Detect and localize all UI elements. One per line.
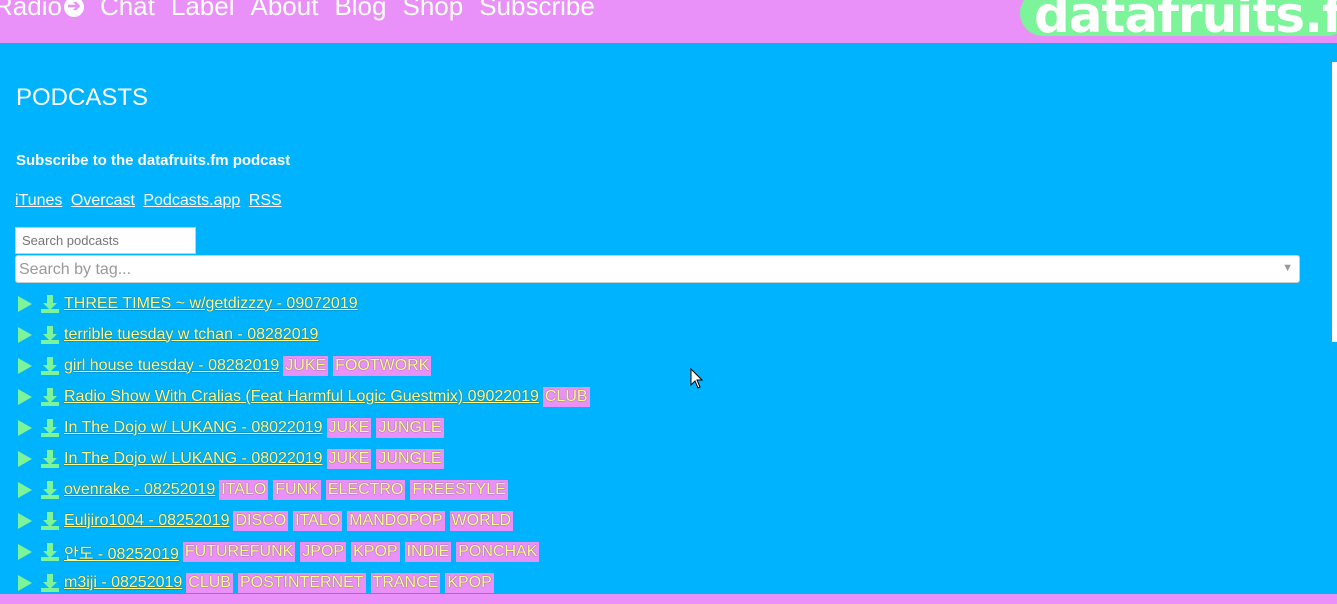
tag-badge[interactable]: FOOTWORK bbox=[333, 355, 432, 376]
nav-about[interactable]: About bbox=[250, 0, 318, 22]
podcast-title-link[interactable]: In The Dojo w/ LUKANG - 08022019 bbox=[64, 450, 323, 468]
play-icon[interactable] bbox=[18, 543, 32, 560]
tag-badge[interactable]: ITALO bbox=[293, 510, 343, 531]
podcast-row: girl house tuesday - 08282019 JUKE FOOTWOR… bbox=[18, 350, 595, 381]
logo-text: datafruits.fm bbox=[1034, 0, 1337, 43]
tag-badge[interactable]: JUKE bbox=[283, 355, 329, 376]
download-icon[interactable] bbox=[40, 511, 60, 531]
scrollbar[interactable] bbox=[1332, 62, 1337, 342]
play-icon[interactable] bbox=[18, 295, 32, 312]
podcast-row: In The Dojo w/ LUKANG - 08022019 JUKE JUNG… bbox=[18, 412, 595, 443]
tag-badge[interactable]: DISCO bbox=[233, 510, 289, 531]
play-icon[interactable] bbox=[18, 512, 32, 529]
nav-blog[interactable]: Blog bbox=[334, 0, 386, 22]
overcast-link[interactable]: Overcast bbox=[71, 192, 135, 209]
podcast-title-link[interactable]: m3iji - 08252019 bbox=[64, 574, 182, 592]
podcast-list: THREE TIMES ~ w/getdizzzy - 09072019 terr… bbox=[18, 288, 595, 598]
tag-badge[interactable]: FUNK bbox=[273, 479, 321, 500]
itunes-link[interactable]: iTunes bbox=[15, 192, 62, 209]
download-icon[interactable] bbox=[40, 449, 60, 469]
tag-badge[interactable]: JUKE bbox=[326, 448, 372, 469]
podcasts-app-link[interactable]: Podcasts.app bbox=[143, 192, 240, 209]
tag-badge[interactable]: JPOP bbox=[300, 541, 347, 562]
download-icon[interactable] bbox=[40, 356, 60, 376]
tag-badge[interactable]: FUTUREFUNK bbox=[182, 541, 296, 562]
podcast-row: Euljiro1004 - 08252019 DISCO ITALO MANDOPOP… bbox=[18, 505, 595, 536]
download-icon[interactable] bbox=[40, 542, 60, 562]
play-icon[interactable] bbox=[18, 574, 32, 591]
tag-badge[interactable]: JUNGLE bbox=[376, 417, 444, 438]
play-icon[interactable] bbox=[18, 326, 32, 343]
download-icon[interactable] bbox=[40, 418, 60, 438]
play-icon[interactable] bbox=[18, 450, 32, 467]
page-title: PODCASTS bbox=[16, 84, 149, 111]
podcast-row: Radio Show With Cralias (Feat Harmful Lo… bbox=[18, 381, 595, 412]
podcast-title-link[interactable]: 안도 - 08252019 bbox=[64, 540, 179, 564]
tag-badge[interactable]: TRANCE bbox=[370, 572, 441, 593]
play-icon[interactable] bbox=[18, 357, 32, 374]
podcast-row: In The Dojo w/ LUKANG - 08022019 JUKE JUNG… bbox=[18, 443, 595, 474]
tag-badge[interactable]: ELECTRO bbox=[325, 479, 406, 500]
tag-badge[interactable]: WORLD bbox=[449, 510, 514, 531]
tag-badge[interactable]: PONCHAK bbox=[456, 541, 540, 562]
download-icon[interactable] bbox=[40, 573, 60, 593]
podcast-row: ovenrake - 08252019 ITALO FUNK ELECTRO FREES… bbox=[18, 474, 595, 505]
arrow-circle-icon: ➔ bbox=[63, 0, 84, 17]
download-icon[interactable] bbox=[40, 480, 60, 500]
top-navigation-bar: Radio ➔ Chat Label About Blog Shop Subscr… bbox=[0, 0, 1337, 43]
dropdown-arrow-icon: ▼ bbox=[1282, 262, 1293, 274]
podcast-title-link[interactable]: ovenrake - 08252019 bbox=[64, 481, 215, 499]
footer-bar bbox=[0, 594, 1337, 604]
play-icon[interactable] bbox=[18, 481, 32, 498]
tag-badge[interactable]: CLUB bbox=[542, 386, 590, 407]
nav-radio[interactable]: Radio ➔ bbox=[0, 0, 84, 22]
rss-link[interactable]: RSS bbox=[249, 192, 282, 209]
subscribe-links: iTunes Overcast Podcasts.app RSS bbox=[15, 192, 286, 210]
tag-badge[interactable]: ITALO bbox=[219, 479, 269, 500]
podcast-row: terrible tuesday w tchan - 08282019 bbox=[18, 319, 595, 350]
tag-search-placeholder: Search by tag... bbox=[19, 261, 132, 278]
nav-subscribe[interactable]: Subscribe bbox=[479, 0, 595, 22]
download-icon[interactable] bbox=[40, 325, 60, 345]
tag-search-select[interactable]: Search by tag... ▼ bbox=[15, 255, 1300, 283]
play-icon[interactable] bbox=[18, 388, 32, 405]
nav-menu: Radio ➔ Chat Label About Blog Shop Subscr… bbox=[0, 0, 611, 22]
tag-badge[interactable]: POSTINTERNET bbox=[237, 572, 366, 593]
tag-badge[interactable]: INDIE bbox=[404, 541, 452, 562]
tag-badge[interactable]: KPOP bbox=[351, 541, 400, 562]
tag-badge[interactable]: CLUB bbox=[186, 572, 233, 593]
site-logo[interactable]: datafruits.fm bbox=[1020, 0, 1337, 43]
podcast-row: 안도 - 08252019 FUTUREFUNK JPOP KPOP INDIE PONC… bbox=[18, 536, 595, 567]
tag-badge[interactable]: JUNGLE bbox=[376, 448, 444, 469]
nav-chat[interactable]: Chat bbox=[100, 0, 155, 22]
tag-badge[interactable]: FREESTYLE bbox=[410, 479, 508, 500]
subscribe-text: Subscribe to the datafruits.fm podcast bbox=[16, 152, 291, 169]
nav-radio-label: Radio bbox=[0, 0, 62, 21]
podcast-title-link[interactable]: THREE TIMES ~ w/getdizzzy - 09072019 bbox=[64, 295, 358, 313]
download-icon[interactable] bbox=[40, 387, 60, 407]
podcast-row: THREE TIMES ~ w/getdizzzy - 09072019 bbox=[18, 288, 595, 319]
nav-shop[interactable]: Shop bbox=[402, 0, 463, 22]
search-podcasts-input[interactable] bbox=[15, 227, 196, 254]
play-icon[interactable] bbox=[18, 419, 32, 436]
podcast-title-link[interactable]: girl house tuesday - 08282019 bbox=[64, 357, 279, 375]
podcast-title-link[interactable]: Radio Show With Cralias (Feat Harmful Lo… bbox=[64, 388, 539, 406]
tag-badge[interactable]: JUKE bbox=[326, 417, 372, 438]
podcast-title-link[interactable]: In The Dojo w/ LUKANG - 08022019 bbox=[64, 419, 323, 437]
download-icon[interactable] bbox=[40, 294, 60, 314]
podcast-title-link[interactable]: terrible tuesday w tchan - 08282019 bbox=[64, 326, 318, 344]
nav-label[interactable]: Label bbox=[171, 0, 235, 22]
tag-badge[interactable]: KPOP bbox=[445, 572, 494, 593]
mouse-cursor-icon bbox=[690, 368, 704, 389]
tag-badge[interactable]: MANDOPOP bbox=[347, 510, 445, 531]
podcast-title-link[interactable]: Euljiro1004 - 08252019 bbox=[64, 512, 229, 530]
